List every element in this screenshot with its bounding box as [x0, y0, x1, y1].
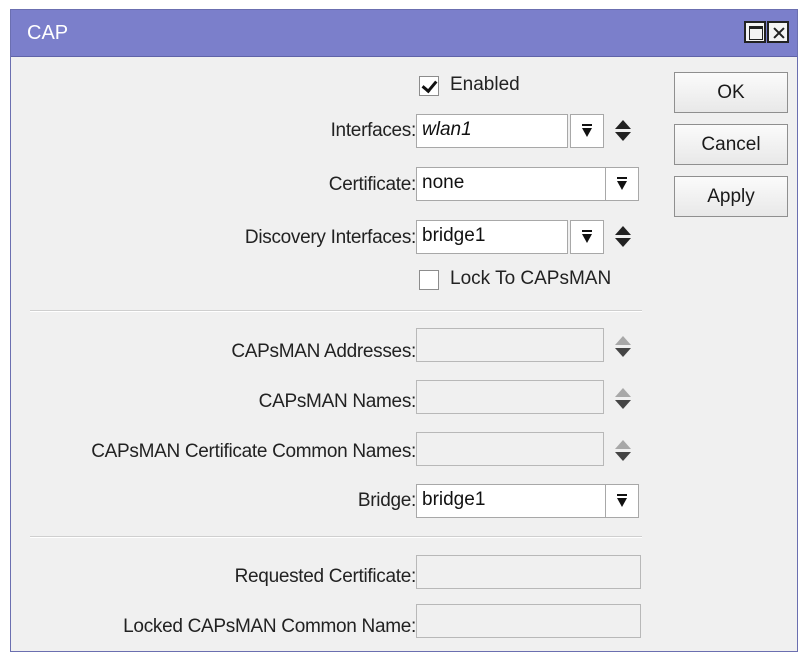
- enabled-checkbox[interactable]: [419, 76, 439, 96]
- discovery-interfaces-label: Discovery Interfaces:: [244, 227, 416, 248]
- interfaces-dropdown-icon[interactable]: [570, 114, 604, 148]
- checkmark-icon: [421, 76, 438, 94]
- capsman-names-label: CAPsMAN Names:: [258, 391, 417, 412]
- capsman-cert-common-names-field[interactable]: [416, 432, 604, 466]
- discovery-interfaces-field[interactable]: bridge1: [416, 220, 568, 254]
- requested-certificate-label: Requested Certificate:: [234, 566, 417, 587]
- cancel-button[interactable]: Cancel: [674, 124, 788, 165]
- capsman-names-field[interactable]: [416, 380, 604, 414]
- capsman-names-updown-icon[interactable]: [615, 388, 631, 412]
- interfaces-label: Interfaces:: [330, 120, 417, 141]
- maximize-icon[interactable]: [744, 21, 766, 43]
- apply-button[interactable]: Apply: [674, 176, 788, 217]
- requested-certificate-field: [416, 555, 641, 589]
- certificate-field[interactable]: none: [416, 167, 606, 201]
- bridge-field[interactable]: bridge1: [416, 484, 606, 518]
- capsman-cert-common-names-label: CAPsMAN Certificate Common Names:: [91, 441, 416, 462]
- capsman-addresses-updown-icon[interactable]: [615, 336, 631, 360]
- lock-to-capsman-checkbox[interactable]: [419, 270, 439, 290]
- discovery-interfaces-updown-icon[interactable]: [615, 226, 631, 250]
- separator: [30, 310, 642, 312]
- separator: [30, 536, 642, 538]
- certificate-label: Certificate:: [328, 174, 417, 195]
- ok-button[interactable]: OK: [674, 72, 788, 113]
- certificate-dropdown-icon[interactable]: [605, 167, 639, 201]
- locked-capsman-common-name-label: Locked CAPsMAN Common Name:: [123, 616, 416, 637]
- lock-to-capsman-label: Lock To CAPsMAN: [450, 268, 612, 289]
- bridge-dropdown-icon[interactable]: [605, 484, 639, 518]
- title-bar[interactable]: CAP: [11, 10, 797, 57]
- bridge-label: Bridge:: [357, 490, 416, 511]
- window-title: CAP: [27, 22, 69, 44]
- capsman-addresses-label: CAPsMAN Addresses:: [231, 341, 416, 362]
- capsman-cert-common-names-updown-icon[interactable]: [615, 440, 631, 464]
- close-icon[interactable]: [767, 21, 789, 43]
- enabled-label: Enabled: [450, 74, 520, 95]
- capsman-addresses-field[interactable]: [416, 328, 604, 362]
- discovery-interfaces-dropdown-icon[interactable]: [570, 220, 604, 254]
- interfaces-field[interactable]: wlan1: [416, 114, 568, 148]
- interfaces-updown-icon[interactable]: [615, 120, 631, 144]
- locked-capsman-common-name-field: [416, 604, 641, 638]
